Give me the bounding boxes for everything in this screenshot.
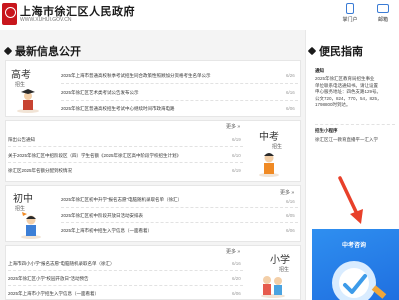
guide-title-text: 便民指南 (319, 46, 363, 58)
category-gaokao: 高考 (11, 70, 31, 81)
list-item[interactable]: 2025年徐汇区普通高校招生考试中心继续时间市政海电路 (61, 106, 175, 112)
divider (8, 270, 243, 271)
guide-label: 招生小程序 (315, 128, 338, 133)
diamond-bullet-icon (307, 46, 317, 56)
list-item-date: 6/16 (286, 199, 295, 204)
section-title-text: 最新信息公开 (15, 46, 81, 58)
list-item[interactable]: 2025年上海市小学招生入学信息（一面看着） (8, 291, 99, 297)
category-zhongkao: 中考 (259, 132, 279, 143)
student-illustration-icon (259, 153, 279, 177)
category-xiaoxue: 小学 (270, 255, 290, 266)
list-item-date: 6/19 (232, 137, 241, 142)
divider (61, 100, 298, 101)
list-item[interactable]: 徐汇区2025年名额分配到校情况 (8, 168, 72, 174)
divider (8, 285, 243, 286)
more-link-chuzhong[interactable]: 更多 » (280, 189, 294, 196)
site-header: 上海市徐汇区人民政府 WWW.XUHUI.GOV.CN 掌门户 邮箱 (0, 0, 399, 31)
guide-text[interactable]: 徐汇区江一教育直播平一汇入学 (315, 137, 395, 144)
chuzhong-card (5, 185, 301, 242)
list-item[interactable]: 上海市四小小学“报名志愿”电脑随机录取名单（徐汇） (8, 261, 115, 267)
list-item-date: 6/10 (232, 153, 241, 158)
divider (61, 222, 298, 223)
mobile-portal-button[interactable]: 掌门户 (339, 3, 361, 23)
pupil-illustration-icon (21, 212, 41, 239)
list-item[interactable]: 关于2025年徐汇区中招阶段区（四）学生名额《2025年徐汇区高中阶段学校招生计… (8, 153, 181, 159)
list-item[interactable]: 2025年徐汇区初中升学“报名志愿”电脑随机录取名单（徐汇） (61, 197, 182, 203)
mail-icon (377, 4, 389, 13)
banner-title: 中考咨询 (342, 243, 367, 249)
section-title: 最新信息公开 (3, 43, 81, 59)
list-item-date: 6/06 (286, 106, 295, 111)
consult-magnifier-icon (332, 261, 387, 300)
notice-text[interactable]: 2025年徐汇区教育局招生事业 单位联系电话通知书。请让设置 申心服务地址：四色… (315, 76, 395, 109)
notice-line: 申心服务地址：四色支路129号。 (315, 89, 382, 95)
list-item[interactable]: 2025年上海市普通高校秋季考试招生同合政策性照顾加分资格考生名单公示 (61, 73, 211, 79)
divider (8, 146, 243, 147)
list-item-date: 6/06 (286, 228, 295, 233)
mailbox-button[interactable]: 邮箱 (372, 3, 394, 23)
list-item[interactable]: 2025年上海市初中招生入学信息（一面看着） (61, 228, 152, 234)
mailbox-label: 邮箱 (377, 17, 388, 23)
mobile-phone-icon (346, 3, 354, 14)
divider (8, 162, 243, 163)
graduate-illustration-icon (17, 89, 39, 113)
children-illustration-icon (261, 276, 285, 298)
list-item-date: 6/19 (232, 168, 241, 173)
government-emblem-logo[interactable] (2, 3, 17, 25)
site-url: WWW.XUHUI.GOV.CN (20, 17, 72, 23)
more-link-zhongkao[interactable]: 更多 » (226, 123, 240, 130)
category-chuzhong: 初中 (13, 194, 33, 205)
list-item[interactable]: 2025年徐汇区小学“校园开放日”活动预告 (8, 276, 89, 282)
list-item[interactable]: 阳出公告通知 (8, 137, 35, 143)
list-item-date: 6/26 (286, 73, 295, 78)
more-link-xiaoxue[interactable]: 更多 » (226, 248, 240, 255)
notice-line: 1798800时到达。 (315, 102, 351, 108)
guide-title: 便民指南 (307, 43, 363, 59)
list-item-date: 6/16 (232, 261, 241, 266)
list-item-date: 6/06 (232, 291, 241, 296)
list-item-date: 6/20 (232, 276, 241, 281)
mobile-portal-label: 掌门户 (342, 17, 358, 23)
list-item-date: 6/05 (286, 213, 295, 218)
list-item-date: 6/16 (286, 90, 295, 95)
divider (61, 83, 298, 84)
divider (61, 207, 298, 208)
list-item[interactable]: 2025年徐汇区初中阶段开放日活动安排表 (61, 213, 143, 219)
notice-line: 2025年徐汇区教育局招生事业 (315, 76, 375, 81)
arrow-pointer-icon (338, 176, 363, 224)
list-item[interactable]: 2025年徐汇区艺术类考试公告发布公示 (61, 90, 139, 96)
diamond-bullet-icon (3, 46, 13, 56)
notice-label: 通知 (315, 68, 324, 73)
divider (315, 124, 395, 125)
